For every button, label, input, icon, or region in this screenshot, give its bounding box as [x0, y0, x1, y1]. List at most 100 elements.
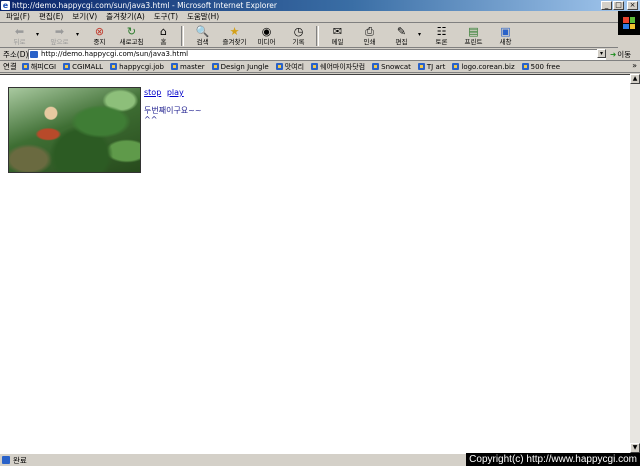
play-link[interactable]: play: [167, 88, 184, 97]
new-window-button[interactable]: ▣ 새창: [490, 24, 521, 47]
back-dropdown[interactable]: ▾: [36, 24, 42, 46]
link-item[interactable]: logo.corean.biz: [452, 62, 515, 71]
close-button[interactable]: ×: [627, 1, 638, 10]
back-label: 뒤로: [13, 38, 26, 46]
go-arrow-icon: ➜: [610, 50, 617, 59]
stop-label: 중지: [93, 38, 106, 46]
history-icon: ◷: [293, 25, 304, 38]
standard-toolbar: ⬅ 뒤로 ▾ ➡ 앞으로 ▾ ⊗ 중지 ↻ 새로고침 ⌂ 홈 🔍 검색 ★ 즐겨…: [0, 24, 618, 48]
forward-arrow-icon: ➡: [54, 25, 65, 38]
page-message: 두번째이구요~~ ^^: [144, 106, 202, 124]
link-text: Snowcat: [381, 62, 411, 71]
link-text: logo.corean.biz: [461, 62, 515, 71]
minimize-icon: _: [604, 1, 609, 9]
close-icon: ×: [629, 1, 636, 9]
address-dropdown[interactable]: ▾: [597, 49, 606, 58]
edit-button[interactable]: ✎ 편집: [386, 24, 417, 47]
home-icon: ⌂: [160, 25, 167, 38]
link-page-icon: [63, 63, 71, 70]
status-page-icon: [2, 456, 10, 464]
search-label: 검색: [196, 38, 209, 46]
link-item[interactable]: 쉐어마이자닷컴: [311, 62, 365, 72]
link-item[interactable]: Snowcat: [372, 63, 411, 71]
link-page-icon: [417, 63, 425, 70]
link-item[interactable]: 해피CGI: [21, 62, 56, 72]
toolbar-separator: [316, 26, 319, 46]
window-controls: _ □ ×: [601, 1, 638, 10]
back-button[interactable]: ⬅ 뒤로: [4, 24, 35, 47]
forward-dropdown[interactable]: ▾: [76, 24, 82, 46]
windows-flag-icon: [623, 17, 635, 29]
link-text: 맛여리: [284, 62, 305, 71]
menu-tools[interactable]: 도구(T): [154, 11, 178, 22]
forward-label: 앞으로: [50, 38, 69, 46]
link-item[interactable]: TJ art: [417, 62, 446, 71]
printer2-button[interactable]: ▤ 프린트: [458, 24, 489, 47]
edit-icon: ✎: [396, 25, 407, 38]
address-input[interactable]: http://demo.happycgi.com/sun/java3.html: [28, 49, 606, 60]
link-item[interactable]: 500 free: [521, 63, 560, 71]
refresh-label: 새로고침: [119, 38, 144, 46]
links-more-chevron-icon[interactable]: »: [632, 61, 637, 70]
go-label: 이동: [617, 50, 632, 59]
link-item[interactable]: Design Jungle: [211, 63, 269, 71]
link-item[interactable]: master: [170, 63, 205, 71]
scroll-down-button[interactable]: ▼: [630, 443, 640, 453]
window-title: http://demo.happycgi.com/sun/java3.html …: [12, 1, 277, 10]
refresh-icon: ↻: [126, 25, 137, 38]
link-item[interactable]: 맛여리: [275, 62, 305, 72]
address-bar: 주소(D) http://demo.happycgi.com/sun/java3…: [0, 48, 640, 61]
history-button[interactable]: ◷ 기록: [283, 24, 314, 47]
link-text: happycgi.job: [119, 62, 164, 71]
stop-link[interactable]: stop: [144, 88, 161, 97]
link-page-icon: [110, 63, 118, 70]
home-label: 홈: [160, 38, 167, 46]
go-button[interactable]: ➜이동: [610, 49, 631, 60]
forward-button[interactable]: ➡ 앞으로: [44, 24, 75, 47]
link-page-icon: [521, 63, 529, 70]
vertical-scrollbar[interactable]: ▲ ▼: [630, 74, 640, 453]
discuss-label: 토론: [435, 38, 448, 46]
link-page-icon: [275, 63, 283, 70]
stop-icon: ⊗: [94, 25, 105, 38]
menu-favorites[interactable]: 즐겨찾기(A): [106, 11, 145, 22]
applet-controls: stop play: [144, 88, 187, 97]
media-button[interactable]: ◉ 미디어: [251, 24, 282, 47]
menu-file[interactable]: 파일(F): [6, 11, 30, 22]
search-button[interactable]: 🔍 검색: [187, 24, 218, 47]
mail-icon: ✉: [332, 25, 343, 38]
refresh-button[interactable]: ↻ 새로고침: [116, 24, 147, 47]
menu-help[interactable]: 도움말(H): [187, 11, 219, 22]
scroll-up-button[interactable]: ▲: [630, 74, 640, 84]
print-button[interactable]: ⎙ 인쇄: [354, 24, 385, 47]
mail-button[interactable]: ✉ 메일: [322, 24, 353, 47]
maximize-button[interactable]: □: [613, 1, 624, 10]
scroll-down-icon: ▼: [632, 444, 638, 451]
ie-icon: e: [1, 1, 10, 10]
media-label: 미디어: [257, 38, 276, 46]
toolbar-separator: [181, 26, 184, 46]
link-text: TJ art: [426, 62, 446, 71]
new-window-icon: ▣: [500, 25, 511, 38]
printer2-icon: ▤: [468, 25, 479, 38]
edit-label: 편집: [395, 38, 408, 46]
link-item[interactable]: CGIMALL: [63, 63, 103, 71]
applet-photo: [8, 87, 141, 173]
status-text: 완료: [13, 455, 27, 465]
link-item[interactable]: happycgi.job: [110, 63, 164, 71]
favorites-icon: ★: [229, 25, 240, 38]
link-page-icon: [372, 63, 380, 70]
menu-view[interactable]: 보기(V): [72, 11, 97, 22]
discuss-button[interactable]: ☷ 토론: [426, 24, 457, 47]
link-page-icon: [452, 63, 460, 70]
home-button[interactable]: ⌂ 홈: [148, 24, 179, 47]
link-page-icon: [311, 63, 319, 70]
back-arrow-icon: ⬅: [14, 25, 25, 38]
favorites-button[interactable]: ★ 즐겨찾기: [219, 24, 250, 47]
menu-edit[interactable]: 편집(E): [39, 11, 63, 22]
edit-dropdown[interactable]: ▾: [418, 24, 424, 46]
page-viewport: stop play 두번째이구요~~ ^^: [0, 74, 630, 453]
stop-button[interactable]: ⊗ 중지: [84, 24, 115, 47]
minimize-button[interactable]: _: [601, 1, 612, 10]
menu-bar: 파일(F) 편집(E) 보기(V) 즐겨찾기(A) 도구(T) 도움말(H): [0, 11, 640, 23]
